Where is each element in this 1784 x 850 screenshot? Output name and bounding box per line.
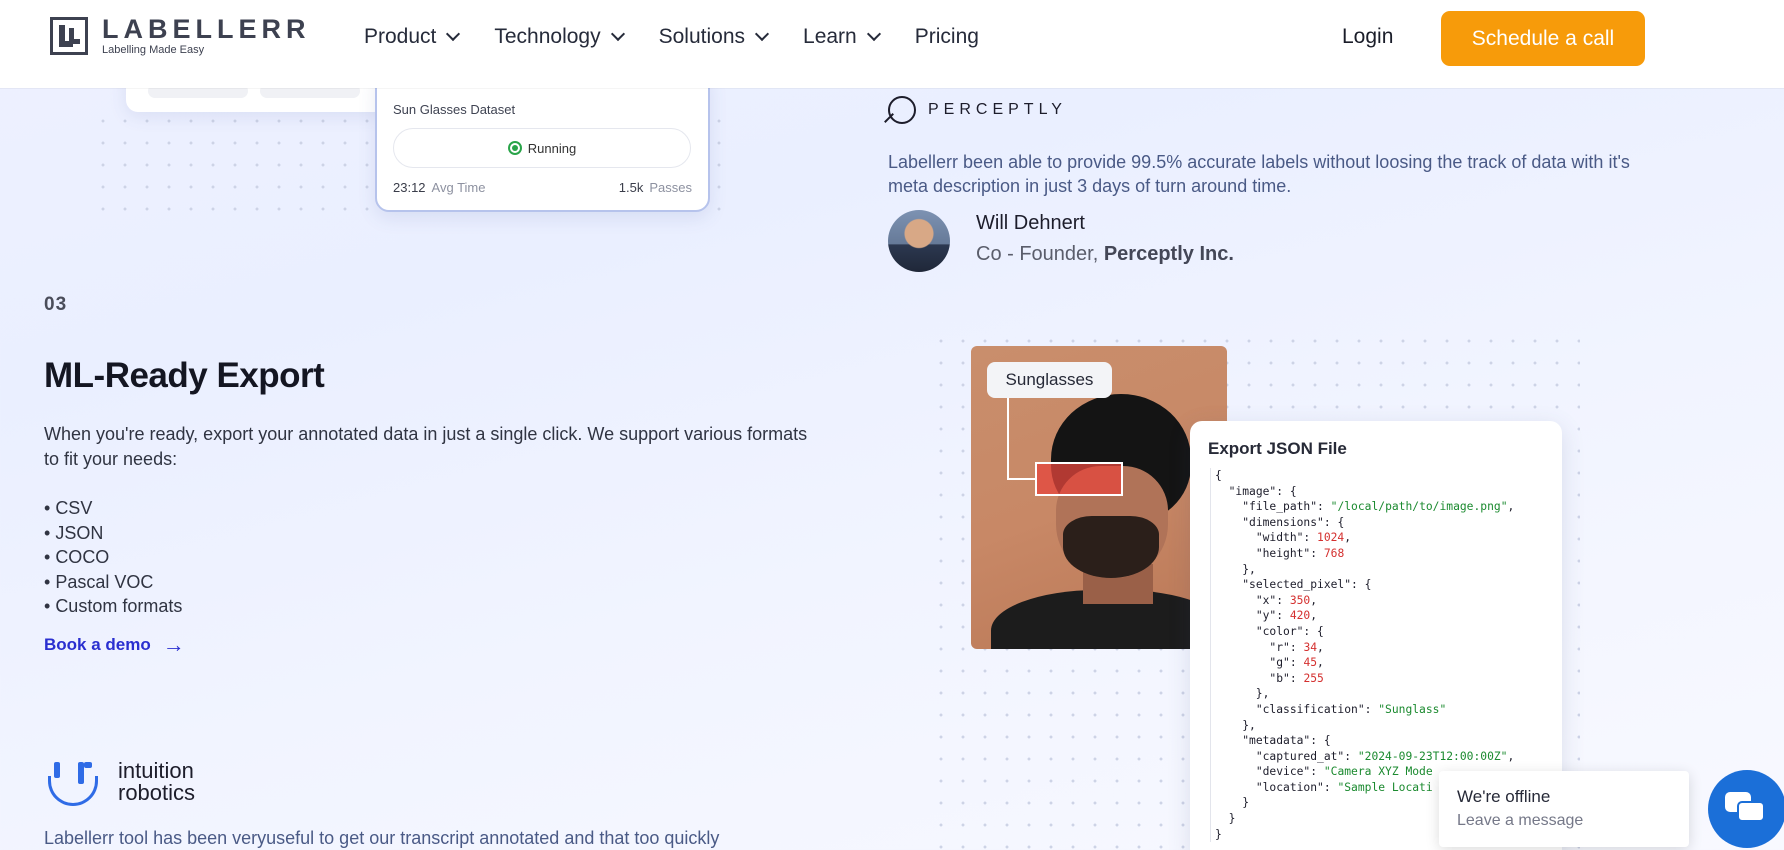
json-classification: "Sunglass" [1378,702,1447,716]
avg-time-value: 23:12 [393,180,426,195]
intuition-robotics-name: intuition robotics [118,760,195,804]
chat-offline-box[interactable]: We're offline Leave a message [1439,771,1689,847]
passes-value: 1.5k [618,180,644,195]
dataset-card: Sun Glasses Dataset Running 23:12 Avg Tim… [375,70,710,212]
dataset-title: Sun Glasses Dataset [393,102,516,117]
arrow-right-icon: → [162,632,185,657]
perceptly-logo-icon [888,96,916,124]
chevron-down-icon [446,26,461,42]
role-prefix: Co - Founder, [976,243,1104,265]
intuition-robotics-logo-icon [44,762,104,812]
schedule-call-button[interactable]: Schedule a call [1441,11,1645,66]
list-item: JSON [44,521,182,546]
nav-technology[interactable]: Technology [494,25,625,49]
brand-line: robotics [118,780,196,805]
nav-label: Learn [803,25,857,48]
nav-product[interactable]: Product [364,25,461,49]
nav-pricing[interactable]: Pricing [915,25,979,49]
annotation-bounding-box [1035,462,1123,496]
json-r: 34 [1303,640,1318,654]
nav-label: Product [364,25,437,48]
chat-subtitle: Leave a message [1457,812,1584,829]
passes-label: Passes [649,180,692,195]
list-item: COCO [44,545,182,570]
list-item: CSV [44,496,182,521]
company-name: Perceptly Inc. [1103,243,1234,265]
nav-label: Solutions [658,25,746,48]
photo-shape [1063,516,1159,578]
testimonial-role: Co - Founder, Perceptly Inc. [976,243,1234,266]
json-panel-title: Export JSON File [1208,439,1347,458]
nav-label: Technology [494,25,601,48]
testimonial-quote: Labellerr been able to provide 99.5% acc… [888,152,1630,196]
status-text: Running [527,140,577,156]
format-list: CSV JSON COCO Pascal VOC Custom formats [44,496,182,619]
feature-description: When you're ready, export your annotated… [44,424,808,469]
site-header: LABELLERR Labelling Made Easy Product Te… [0,0,1784,88]
annotation-label: Sunglasses [987,362,1112,398]
avatar [888,210,950,272]
running-status-icon [507,141,522,155]
json-file-path: "/local/path/to/image.png" [1330,500,1508,514]
json-x: 350 [1289,593,1311,607]
chevron-down-icon [610,26,625,42]
nav-label: Pricing [914,25,979,48]
passes-metric: 1.5k Passes [619,180,692,195]
chat-bubble-icon [1725,792,1765,824]
json-y: 420 [1289,609,1311,623]
list-item: Custom formats [44,594,182,619]
book-demo-label: Book a demo [44,635,151,654]
brand-line: intuition [118,758,194,783]
avg-time-label: Avg Time [431,180,486,195]
perceptly-logo: PERCEPTLY [888,96,1067,124]
testimonial-quote-bottom: Labellerr tool has been veryuseful to ge… [44,828,720,848]
json-location: "Sample Locati [1337,780,1433,794]
book-demo-link[interactable]: Book a demo → [44,632,185,658]
json-g: 45 [1303,656,1318,670]
chat-title: We're offline [1457,787,1551,806]
json-height: 768 [1323,546,1345,560]
labellerr-logo[interactable]: LABELLERR Labelling Made Easy [50,16,311,56]
dataset-status: Running [393,128,691,168]
main-nav: Product Technology Solutions Learn Prici… [364,25,1015,49]
labellerr-logo-icon [50,17,88,55]
avg-time-metric: 23:12 Avg Time [393,180,486,195]
feature-number: 03 [44,294,68,315]
annotation-leader-line [1007,478,1035,480]
perceptly-brand-name: PERCEPTLY [928,101,1067,118]
intuition-robotics-logo: intuition robotics [44,756,204,812]
json-b: 255 [1303,671,1324,685]
logo-name: LABELLERR [102,14,311,44]
json-device: "Camera XYZ Mode [1323,765,1433,779]
feature-title: ML-Ready Export [44,356,325,395]
list-item: Pascal VOC [44,570,182,595]
testimonial-name: Will Dehnert [976,212,1085,234]
nav-solutions[interactable]: Solutions [658,25,770,49]
chevron-down-icon [754,26,770,42]
logo-tagline: Labelling Made Easy [102,44,205,56]
json-captured-at: "2024-09-23T12:00:00Z" [1357,749,1508,763]
nav-learn[interactable]: Learn [803,25,881,49]
json-width: 1024 [1317,531,1345,545]
chat-launcher-button[interactable] [1708,770,1784,848]
login-link[interactable]: Login [1342,25,1393,49]
annotation-leader-line [1007,398,1009,478]
dataset-metrics: 23:12 Avg Time 1.5k Passes [393,180,692,195]
chevron-down-icon [866,26,881,42]
